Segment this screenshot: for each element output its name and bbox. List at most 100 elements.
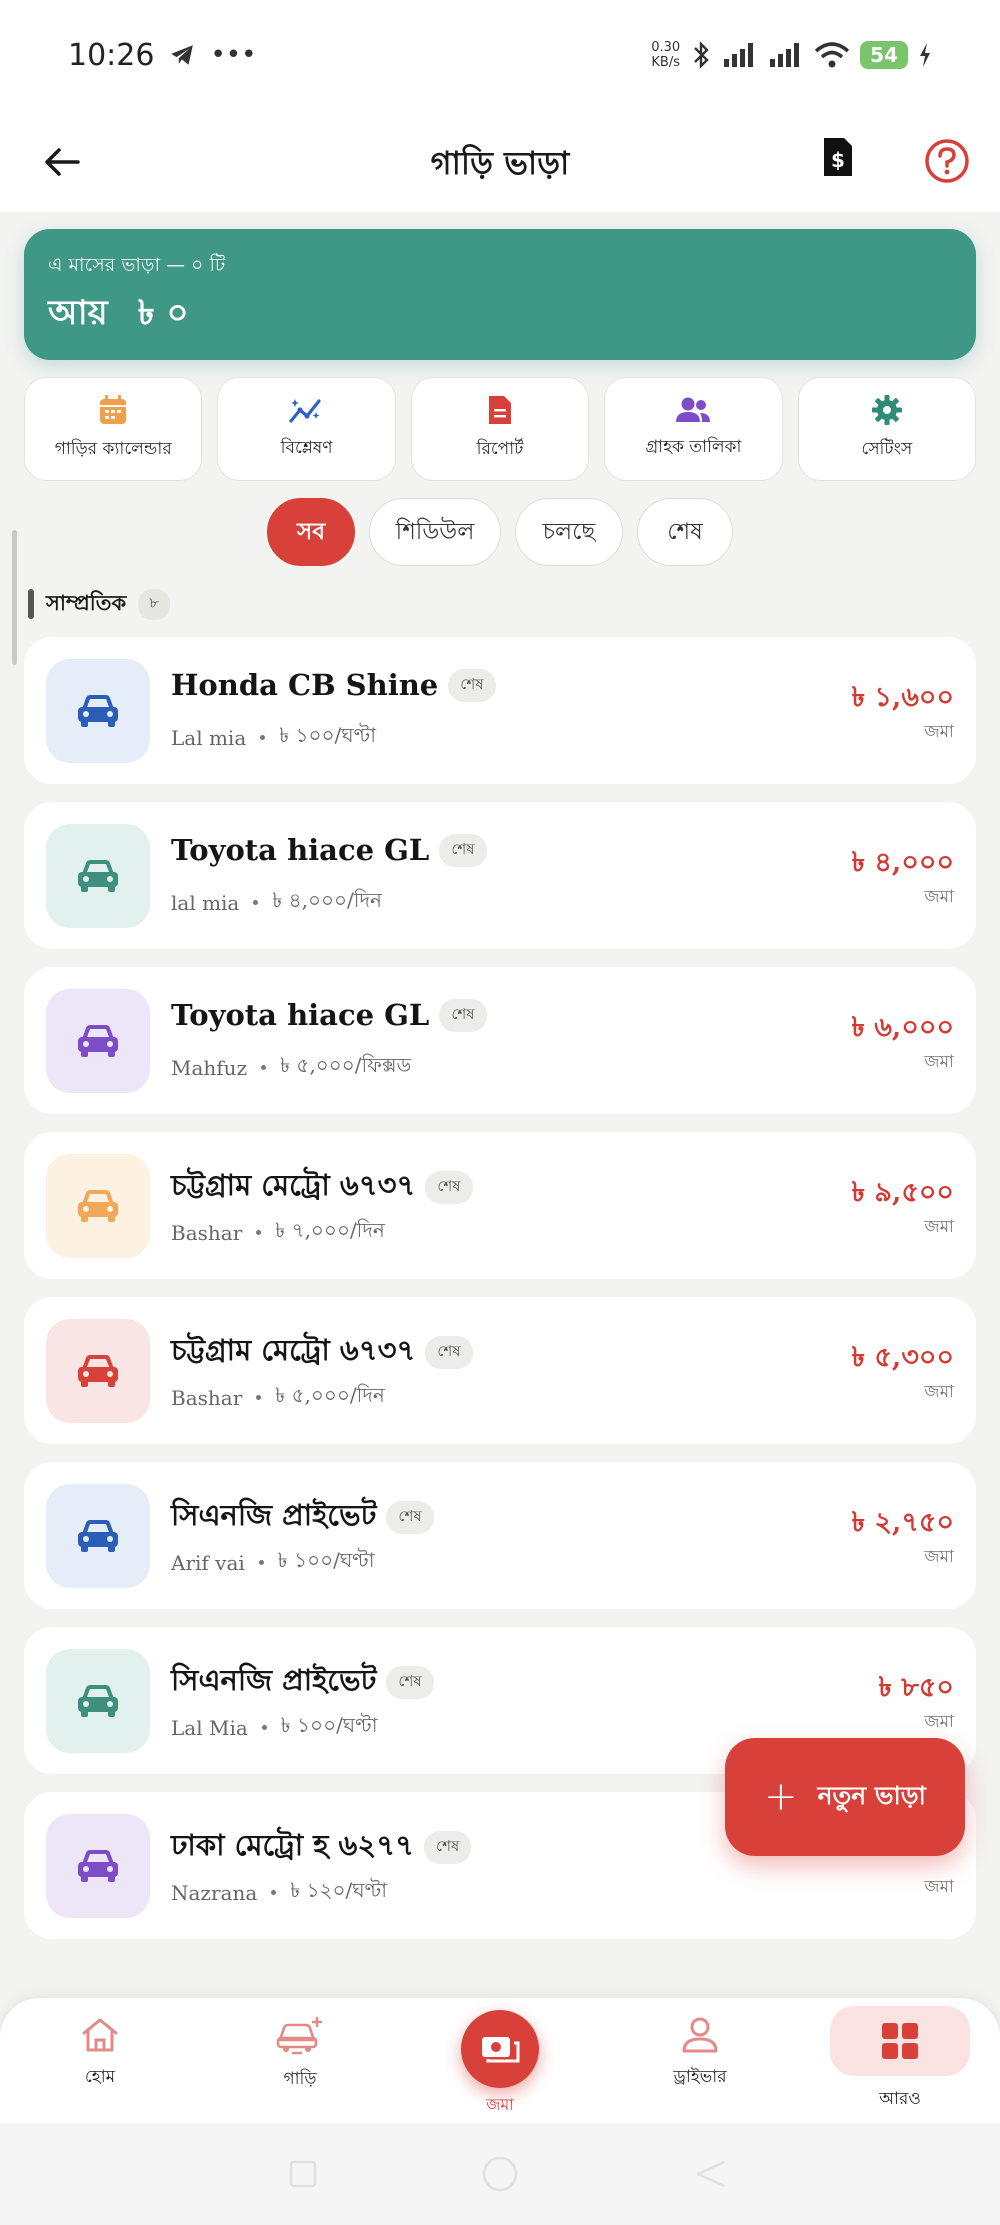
- vehicle-name: সিএনজি প্রাইভেট: [171, 1663, 377, 1697]
- calendar-icon: [100, 395, 127, 424]
- nav-label: জমা: [486, 2095, 514, 2114]
- nav-label: গাড়ি: [283, 2069, 317, 2089]
- car-icon: [78, 860, 118, 892]
- customer-list-button[interactable]: গ্রাহক তালিকা: [604, 377, 783, 481]
- rental-title-row: সিএনজি প্রাইভেট শেষ: [171, 1658, 434, 1707]
- invoice-button[interactable]: $: [822, 136, 866, 186]
- rental-card[interactable]: Toyota hiace GL শেষ Mahfuz ৳ ৫,০০০/ফিক্স…: [24, 967, 976, 1114]
- settings-button[interactable]: সেটিংস: [797, 377, 977, 481]
- car-icon: [78, 1355, 118, 1387]
- rental-title-row: Toyota hiace GL শেষ: [171, 998, 487, 1032]
- quick-action-label: বিশ্লেষণ: [280, 438, 333, 458]
- vehicle-calendar-button[interactable]: গাড়ির ক্যালেন্ডার: [24, 377, 203, 481]
- vehicle-icon-box: [46, 824, 150, 928]
- customer-name: Lal Mia: [171, 1715, 248, 1740]
- invoice-icon: $: [824, 138, 852, 176]
- nav-vehicles[interactable]: গাড়ি: [240, 2016, 360, 2094]
- payment-status: জমা: [924, 1877, 954, 1897]
- home-icon: [82, 2018, 118, 2052]
- nav-label: আরও: [879, 2089, 921, 2109]
- car-icon: [78, 1850, 118, 1882]
- filter-finished[interactable]: শেষ: [637, 498, 733, 566]
- vehicle-icon-box: [46, 1814, 150, 1918]
- bottom-navigation: হোম গাড়ি জমা ড্রাইভার আরও: [0, 1998, 1000, 2123]
- vehicle-name: চট্টগ্রাম মেট্রো ৬৭৩৭: [171, 1333, 416, 1367]
- rental-rate: ৳ ১২০/ঘণ্টা: [290, 1878, 388, 1902]
- section-title: সাম্প্রতিক: [46, 590, 127, 615]
- rental-meta: Lal mia ৳ ১০০/ঘণ্টা: [171, 721, 376, 754]
- filter-scheduled[interactable]: শিডিউল: [369, 498, 501, 566]
- rental-amount: ৳ ১,৬০০: [851, 682, 954, 713]
- payment-status: জমা: [924, 1052, 954, 1072]
- rental-card[interactable]: চট্টগ্রাম মেট্রো ৬৭৩৭ শেষ Bashar ৳ ৭,০০০…: [24, 1132, 976, 1279]
- quick-action-label: গ্রাহক তালিকা: [645, 437, 742, 457]
- separator-dot: [256, 1395, 262, 1400]
- rental-title-row: চট্টগ্রাম মেট্রো ৬৭৩৭ শেষ: [171, 1163, 473, 1212]
- separator-dot: [256, 1230, 262, 1235]
- quick-action-label: গাড়ির ক্যালেন্ডার: [54, 439, 172, 459]
- status-badge: শেষ: [425, 1336, 473, 1369]
- help-button[interactable]: [924, 138, 970, 184]
- rental-title-row: চট্টগ্রাম মেট্রো ৬৭৩৭ শেষ: [171, 1328, 473, 1377]
- deposit-button[interactable]: [461, 2010, 539, 2088]
- netspeed-unit: KB/s: [651, 55, 680, 70]
- customer-name: Bashar: [171, 1220, 243, 1245]
- gear-icon: [871, 395, 902, 425]
- rental-card[interactable]: সিএনজি প্রাইভেট শেষ Arif vai ৳ ১০০/ঘণ্টা…: [24, 1462, 976, 1609]
- payment-status: জমা: [924, 1382, 954, 1402]
- status-filter: সব শিডিউল চলছে শেষ: [0, 498, 1000, 568]
- car-icon: [78, 1685, 118, 1717]
- rental-rate: ৳ ৫,০০০/ফিক্সড: [280, 1053, 412, 1077]
- analytics-button[interactable]: বিশ্লেষণ: [217, 377, 396, 481]
- vehicle-icon-box: [46, 1484, 150, 1588]
- nav-deposit[interactable]: জমা: [460, 2010, 540, 2119]
- vehicle-name: Toyota hiace GL: [171, 998, 430, 1032]
- payment-status: জমা: [924, 1547, 954, 1567]
- system-navigation-bar: [0, 2123, 1000, 2225]
- rental-amount: ৳ ৯,৫০০: [851, 1177, 954, 1208]
- rental-rate: ৳ ১০০/ঘণ্টা: [280, 1713, 378, 1737]
- rental-card[interactable]: Toyota hiace GL শেষ lal mia ৳ ৪,০০০/দিন …: [24, 802, 976, 949]
- quick-actions: গাড়ির ক্যালেন্ডার বিশ্লেষণ রিপোর্ট গ্রা…: [24, 377, 977, 481]
- filter-all[interactable]: সব: [267, 498, 355, 566]
- plus-icon: +: [764, 1774, 798, 1820]
- charging-icon: [920, 43, 930, 67]
- rental-meta: Bashar ৳ ৭,০০০/দিন: [171, 1216, 385, 1249]
- network-speed: 0.30 KB/s: [651, 40, 680, 70]
- rental-card[interactable]: Honda CB Shine শেষ Lal mia ৳ ১০০/ঘণ্টা ৳…: [24, 637, 976, 784]
- rental-meta: Mahfuz ৳ ৫,০০০/ফিক্সড: [171, 1051, 411, 1084]
- rental-card[interactable]: চট্টগ্রাম মেট্রো ৬৭৩৭ শেষ Bashar ৳ ৫,০০০…: [24, 1297, 976, 1444]
- payment-status: জমা: [924, 1217, 954, 1237]
- recents-icon: [289, 2160, 317, 2188]
- rental-amount: ৳ ৬,০০০: [851, 1012, 954, 1043]
- vehicle-name: চট্টগ্রাম মেট্রো ৬৭৩৭: [171, 1168, 416, 1202]
- nav-more[interactable]: আরও: [830, 2006, 970, 2114]
- new-rental-label: নতুন ভাড়া: [817, 1780, 926, 1810]
- status-badge: শেষ: [386, 1501, 434, 1534]
- rental-meta: Lal Mia ৳ ১০০/ঘণ্টা: [171, 1711, 378, 1744]
- new-rental-button[interactable]: + নতুন ভাড়া: [725, 1738, 965, 1856]
- income-summary: আয় ৳ ০: [48, 287, 189, 344]
- app-header: গাড়ি ভাড়া $: [0, 110, 1000, 212]
- nav-home[interactable]: হোম: [40, 2016, 160, 2092]
- rental-meta: Bashar ৳ ৫,০০০/দিন: [171, 1381, 385, 1414]
- report-button[interactable]: রিপোর্ট: [410, 377, 590, 481]
- payment-status: জমা: [924, 1712, 954, 1732]
- more-notifications-icon: •••: [210, 40, 257, 70]
- filter-ongoing[interactable]: চলছে: [515, 498, 623, 566]
- status-badge: শেষ: [439, 833, 487, 867]
- rental-meta: lal mia ৳ ৪,০০০/দিন: [171, 886, 382, 919]
- rental-amount: ৳ ৪,০০০: [851, 847, 954, 878]
- nav-label: হোম: [84, 2067, 116, 2087]
- battery-level: 54: [860, 41, 908, 69]
- rental-meta: Arif vai ৳ ১০০/ঘণ্টা: [171, 1546, 375, 1579]
- nav-drivers[interactable]: ড্রাইভার: [640, 2016, 760, 2092]
- separator-dot: [271, 1890, 277, 1895]
- section-accent-bar: [28, 589, 34, 619]
- separator-dot: [261, 1065, 267, 1070]
- monthly-summary-card: এ মাসের ভাড়া — ০ টি আয় ৳ ০: [24, 229, 976, 360]
- signal-icon-2: [770, 43, 800, 67]
- telegram-icon: [171, 45, 194, 65]
- section-count-badge: ৮: [138, 588, 170, 620]
- vehicle-name: সিএনজি প্রাইভেট: [171, 1498, 377, 1532]
